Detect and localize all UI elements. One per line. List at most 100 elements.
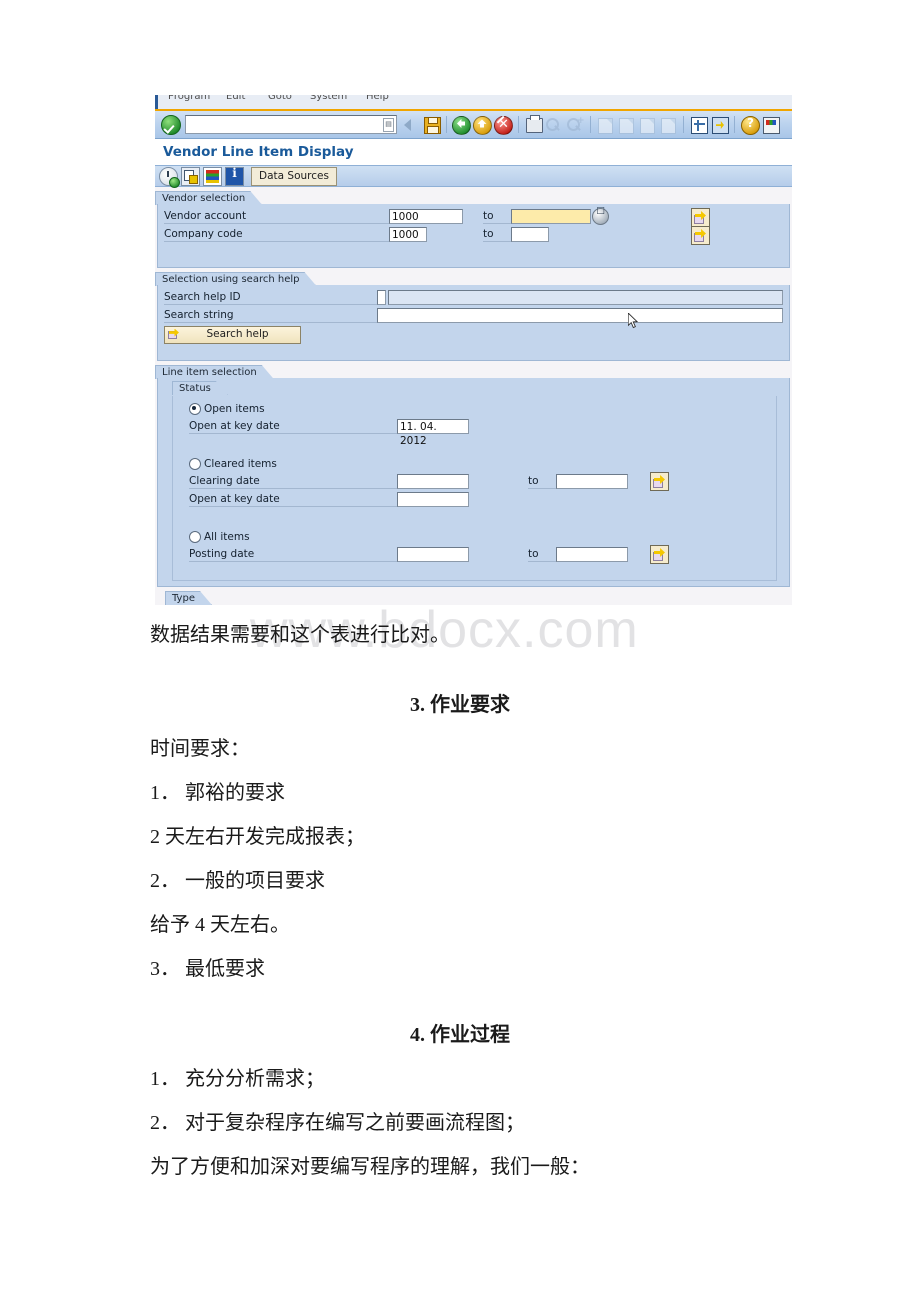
- sap-screenshot-image: Program Edit Goto System Help ▤ ✕ + ? Ve…: [155, 95, 792, 607]
- doc-paragraph-3: 1． 郭裕的要求: [150, 782, 285, 804]
- search-help-id-label: Search help ID: [164, 290, 377, 305]
- cleared-items-radio-row[interactable]: Cleared items: [189, 456, 768, 471]
- previous-page-icon[interactable]: [617, 115, 636, 134]
- search-help-id-input[interactable]: [377, 290, 386, 305]
- company-code-label: Company code: [164, 227, 389, 242]
- toolbar-separator: [590, 116, 591, 133]
- company-code-to-input[interactable]: [511, 227, 549, 242]
- doc-paragraph-7: 3． 最低要求: [150, 958, 265, 980]
- vendor-account-search-help-icon[interactable]: [592, 206, 609, 225]
- doc-paragraph-1: 数据结果需要和这个表进行比对。: [150, 624, 450, 646]
- status-group-tab: Status: [172, 381, 783, 394]
- doc-paragraph-2: 时间要求：: [150, 738, 250, 760]
- menu-item-system[interactable]: System: [310, 95, 347, 102]
- open-at-key-date-input[interactable]: 11. 04. 2012: [397, 419, 469, 447]
- mouse-cursor-icon: [628, 313, 639, 329]
- doc-heading-3: 3. 作业要求: [410, 694, 510, 716]
- open-at-key-date-row: Open at key date 11. 04. 2012: [189, 418, 768, 447]
- type-group-label: Type: [165, 591, 212, 605]
- save-icon[interactable]: [422, 115, 441, 134]
- cleared-open-at-key-date-row: Open at key date: [189, 491, 768, 508]
- information-icon[interactable]: [225, 166, 244, 186]
- line-item-selection-group-tab: Line item selection: [155, 365, 792, 378]
- doc-paragraph-4: 2 天左右开发完成报表；: [150, 826, 365, 848]
- vendor-selection-group-label: Vendor selection: [155, 191, 262, 205]
- menu-item-goto[interactable]: Goto: [268, 95, 292, 102]
- last-page-icon[interactable]: [659, 115, 678, 134]
- ok-check-icon[interactable]: [161, 114, 181, 135]
- cleared-open-at-key-date-label: Open at key date: [189, 492, 397, 507]
- vendor-account-from-input[interactable]: 1000: [389, 209, 463, 224]
- sap-application-toolbar: Data Sources: [155, 165, 792, 188]
- search-string-input[interactable]: [377, 308, 783, 323]
- company-code-to-label: to: [483, 227, 511, 242]
- status-group-label: Status: [172, 381, 228, 395]
- command-field-dropdown-icon[interactable]: ▤: [383, 118, 394, 132]
- open-items-radio[interactable]: [189, 402, 201, 415]
- cleared-items-radio[interactable]: [189, 457, 201, 470]
- clearing-date-to-label: to: [528, 474, 556, 489]
- create-session-icon[interactable]: [689, 115, 708, 134]
- open-items-radio-row[interactable]: Open items: [189, 401, 768, 416]
- first-page-icon[interactable]: [596, 115, 615, 134]
- next-page-icon[interactable]: [638, 115, 657, 134]
- posting-date-multiple-selection-button[interactable]: [650, 545, 669, 564]
- vendor-account-multiple-selection-button[interactable]: [691, 208, 710, 227]
- help-icon[interactable]: [740, 115, 760, 135]
- search-help-arrow-icon: [168, 329, 179, 339]
- layout-menu-icon[interactable]: [761, 115, 780, 134]
- sap-menu-bar[interactable]: Program Edit Goto System Help: [155, 95, 792, 109]
- doc-heading-4: 4. 作业过程: [410, 1024, 510, 1046]
- menu-item-program[interactable]: Program: [168, 95, 210, 102]
- clearing-date-to-input[interactable]: [556, 474, 628, 489]
- toolbar-separator: [683, 116, 684, 133]
- program-title-bar: Vendor Line Item Display: [155, 139, 792, 165]
- all-items-label: All items: [204, 530, 250, 543]
- toolbar-separator: [518, 116, 519, 133]
- back-green-icon[interactable]: [452, 115, 471, 135]
- search-help-id-description: [388, 290, 783, 305]
- company-code-from-input[interactable]: 1000: [389, 227, 427, 242]
- search-help-group-tab: Selection using search help: [155, 272, 792, 285]
- type-group-tab: Type: [157, 591, 790, 605]
- line-item-selection-group: Status Open items Open at key date 11. 0…: [157, 378, 790, 587]
- search-string-row: Search string: [164, 307, 783, 324]
- posting-date-to-label: to: [528, 547, 556, 562]
- search-help-group-label: Selection using search help: [155, 272, 316, 286]
- search-string-label: Search string: [164, 308, 377, 323]
- cleared-open-at-key-date-input[interactable]: [397, 492, 469, 507]
- exit-yellow-icon[interactable]: [473, 115, 492, 135]
- cancel-red-icon[interactable]: ✕: [494, 115, 513, 135]
- menu-item-edit[interactable]: Edit: [226, 95, 245, 102]
- company-code-multiple-selection-button[interactable]: [691, 226, 710, 245]
- search-help-id-row: Search help ID: [164, 289, 783, 306]
- menu-item-help[interactable]: Help: [366, 95, 389, 102]
- doc-paragraph-5: 2． 一般的项目要求: [150, 870, 325, 892]
- vendor-selection-group: Vendor account 1000 to Company code 1000…: [157, 204, 790, 268]
- find-icon[interactable]: [545, 115, 564, 134]
- vendor-selection-group-tab: Vendor selection: [155, 191, 792, 204]
- clearing-date-from-input[interactable]: [397, 474, 469, 489]
- open-items-label: Open items: [204, 402, 265, 415]
- all-items-radio[interactable]: [189, 530, 201, 543]
- back-prev-icon[interactable]: [401, 115, 420, 134]
- data-sources-button[interactable]: Data Sources: [251, 166, 337, 186]
- posting-date-from-input[interactable]: [397, 547, 469, 562]
- execute-icon[interactable]: [159, 166, 180, 188]
- page-title: Vendor Line Item Display: [163, 144, 354, 160]
- posting-date-to-input[interactable]: [556, 547, 628, 562]
- search-help-button[interactable]: Search help: [164, 325, 301, 344]
- all-items-radio-row[interactable]: All items: [189, 529, 768, 544]
- sap-standard-toolbar: ▤ ✕ +: [155, 111, 792, 139]
- find-next-icon[interactable]: +: [566, 115, 585, 134]
- command-field[interactable]: ▤: [185, 115, 397, 134]
- create-shortcut-icon[interactable]: [710, 115, 729, 134]
- clearing-date-multiple-selection-button[interactable]: [650, 472, 669, 491]
- display-variant-icon[interactable]: [203, 166, 222, 186]
- get-variant-icon[interactable]: [181, 166, 200, 186]
- clearing-date-label: Clearing date: [189, 474, 397, 489]
- vendor-account-label: Vendor account: [164, 209, 389, 224]
- print-icon[interactable]: [524, 115, 543, 134]
- open-at-key-date-label: Open at key date: [189, 419, 397, 434]
- vendor-account-to-input[interactable]: [511, 209, 591, 224]
